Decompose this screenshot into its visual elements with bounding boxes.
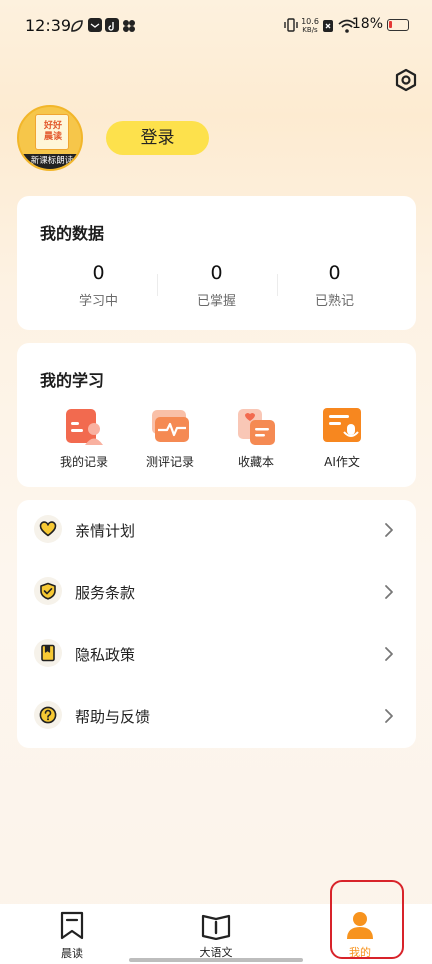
- study-ai-essay-label: AI作文: [324, 455, 360, 469]
- study-ai-essay[interactable]: AI作文: [299, 408, 385, 470]
- my-study-title: 我的学习: [40, 371, 105, 390]
- stat-memorized-label: 已熟记: [314, 294, 354, 309]
- vibrate-icon: [283, 17, 299, 37]
- avatar-logo-title: 好好 晨读: [43, 121, 62, 142]
- no-sim-icon: [322, 18, 334, 37]
- fan-app-icon: [122, 18, 136, 32]
- avatar[interactable]: 好好 晨读 新课标朗读: [17, 105, 83, 171]
- tab-morning-reading-label: 晨读: [61, 947, 83, 960]
- menu-family-plan[interactable]: 亲情计划: [17, 500, 416, 562]
- tab-morning-reading[interactable]: 晨读: [32, 904, 112, 961]
- evaluation-icon: [151, 408, 189, 446]
- battery-icon: [387, 19, 409, 31]
- ai-essay-icon: [323, 408, 361, 446]
- tab-chinese[interactable]: 大语文: [176, 904, 256, 960]
- privacy-book-icon: [34, 639, 62, 667]
- battery-percent: 18%: [351, 16, 383, 32]
- my-study-card: 我的学习 我的记录 测评记录 收藏本 AI作文: [17, 343, 416, 487]
- login-button[interactable]: 登录: [106, 121, 209, 155]
- chevron-right-icon: [385, 709, 393, 723]
- stat-learning-value: 0: [92, 262, 105, 284]
- stat-mastered[interactable]: 0 已掌握: [150, 262, 283, 309]
- question-icon: [34, 701, 62, 729]
- open-book-icon: [201, 914, 231, 941]
- status-bar: 12:39 10.6 KB/s 18%: [0, 0, 432, 52]
- menu-help-feedback[interactable]: 帮助与反馈: [17, 686, 416, 748]
- leaf-app-icon: [70, 18, 84, 32]
- chevron-right-icon: [385, 523, 393, 537]
- study-my-records[interactable]: 我的记录: [41, 408, 127, 470]
- stat-learning-label: 学习中: [78, 294, 118, 309]
- menu-terms-of-service-label: 服务条款: [75, 584, 136, 602]
- net-speed-unit: KB/s: [302, 26, 318, 34]
- home-indicator[interactable]: [129, 958, 303, 962]
- chevron-right-icon: [385, 585, 393, 599]
- net-speed: 10.6 KB/s: [300, 17, 320, 35]
- chevron-right-icon: [385, 647, 393, 661]
- study-favorites-label: 收藏本: [237, 455, 274, 469]
- study-favorites[interactable]: 收藏本: [213, 408, 299, 470]
- tiktok-app-icon: [105, 18, 119, 32]
- menu-family-plan-label: 亲情计划: [75, 522, 136, 540]
- stat-learning[interactable]: 0 学习中: [32, 262, 165, 309]
- stat-mastered-value: 0: [210, 262, 223, 284]
- status-time: 12:39: [25, 16, 72, 35]
- stat-mastered-label: 已掌握: [196, 294, 236, 309]
- settings-gear-icon[interactable]: [394, 68, 418, 92]
- favorites-icon: [237, 408, 275, 446]
- menu-help-feedback-label: 帮助与反馈: [75, 708, 151, 726]
- bookmark-icon: [60, 911, 84, 940]
- study-my-records-label: 我的记录: [59, 455, 108, 469]
- highlight-box: [330, 880, 404, 959]
- heart-icon: [34, 515, 62, 543]
- stat-memorized[interactable]: 0 已熟记: [268, 262, 401, 309]
- avatar-logo-paper: 好好 晨读: [35, 114, 69, 150]
- menu-terms-of-service[interactable]: 服务条款: [17, 562, 416, 624]
- menu-privacy-policy[interactable]: 隐私政策: [17, 624, 416, 686]
- my-data-title: 我的数据: [40, 224, 105, 243]
- avatar-logo-strip: 新课标朗读: [19, 154, 81, 169]
- record-icon: [65, 408, 103, 446]
- net-speed-value: 10.6: [301, 17, 319, 26]
- study-evaluation-records[interactable]: 测评记录: [127, 408, 213, 470]
- settings-menu-card: 亲情计划 服务条款 隐私政策 帮助与反馈: [17, 500, 416, 748]
- menu-privacy-policy-label: 隐私政策: [75, 646, 136, 664]
- battery-level-fill: [389, 21, 392, 28]
- stat-memorized-value: 0: [328, 262, 341, 284]
- shield-check-icon: [34, 577, 62, 605]
- my-data-card: 我的数据 0 学习中 0 已掌握 0 已熟记: [17, 196, 416, 330]
- study-evaluation-records-label: 测评记录: [145, 455, 194, 469]
- mail-app-icon: [88, 18, 102, 32]
